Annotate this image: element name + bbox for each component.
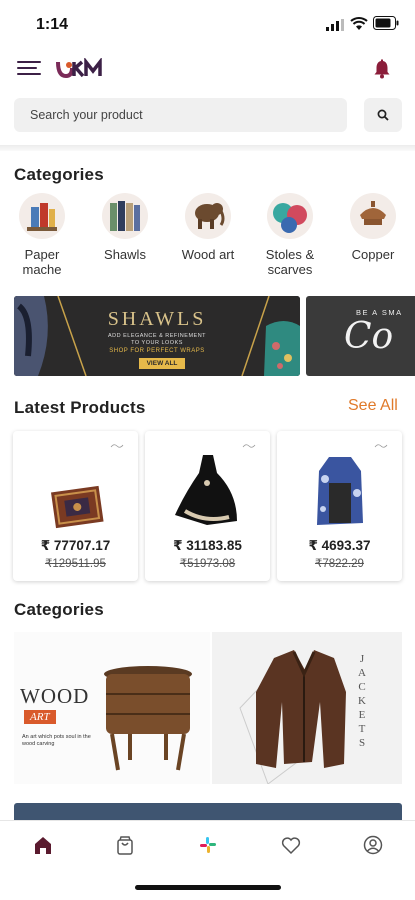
search-icon [377, 109, 389, 121]
brand-tag-icon [374, 444, 388, 448]
home-indicator [135, 885, 281, 890]
banner-view-all-button[interactable]: VIEW ALL [139, 358, 185, 369]
product-mrp: ₹129511.95 [45, 558, 106, 570]
brand-logo [56, 58, 102, 79]
banner-line1: ADD ELEGANCE & REFINEMENT [107, 333, 207, 339]
category-paper-mache[interactable]: Paper mache [7, 193, 77, 277]
signal-icon [326, 19, 344, 31]
promo-banner[interactable]: BE A SMA Co [306, 296, 415, 376]
jacket-image [239, 650, 346, 784]
banner2-script: Co [344, 316, 394, 357]
product-card[interactable]: ₹ 77707.17 ₹129511.95 [13, 431, 138, 581]
category-label: Wood art [181, 247, 235, 262]
battery-icon [373, 16, 399, 30]
search-button[interactable] [364, 98, 402, 132]
banner-line3: SHOP FOR PERFECT WRAPS [109, 348, 205, 354]
shawls-banner[interactable]: SHAWLS ADD ELEGANCE & REFINEMENT TO YOUR… [14, 296, 300, 376]
search-input[interactable] [14, 98, 347, 132]
product-card[interactable]: ₹ 31183.85 ₹51973.08 [145, 431, 270, 581]
product-price: ₹ 4693.37 [308, 538, 371, 553]
shawl-image [175, 455, 237, 525]
heart-icon[interactable] [280, 834, 302, 856]
banner-title: SHAWLS [107, 308, 207, 330]
product-mrp: ₹7822.29 [315, 558, 364, 570]
wood-art-tile[interactable]: WOOD ART An art which pots soul in the w… [14, 632, 210, 784]
hamburger-icon[interactable] [17, 59, 41, 77]
wifi-icon [350, 17, 368, 30]
slack-icon[interactable] [197, 834, 219, 856]
category-wood-art[interactable]: Wood art [173, 193, 243, 262]
category-shawls[interactable]: Shawls [90, 193, 160, 262]
categories-title-2: Categories [14, 600, 104, 619]
tile-jackets-vertical: JACKETS [358, 653, 366, 749]
categories-title: Categories [14, 165, 104, 184]
wood-art-image [185, 193, 231, 239]
stoles-image [267, 193, 313, 239]
latest-products-title: Latest Products [14, 398, 146, 417]
product-card[interactable]: ₹ 4693.37 ₹7822.29 [277, 431, 402, 581]
category-label: Stoles & scarves [265, 247, 315, 277]
see-all-link[interactable]: See All [348, 397, 398, 415]
category-stoles-scarves[interactable]: Stoles & scarves [255, 193, 325, 277]
brand-tag-icon [110, 444, 124, 448]
product-price: ₹ 77707.17 [40, 538, 111, 553]
tile-wood-word: WOOD [20, 684, 90, 708]
brand-tag-icon [242, 444, 256, 448]
jackets-tile[interactable]: JACKETS [212, 632, 402, 784]
product-price: ₹ 31183.85 [173, 538, 242, 553]
bag-icon[interactable] [114, 834, 136, 856]
category-label: Paper mache [22, 247, 62, 277]
home-icon[interactable] [32, 834, 54, 856]
shawls-image [102, 193, 148, 239]
header-divider [0, 145, 415, 151]
stole-image [317, 457, 363, 525]
bell-icon[interactable] [371, 58, 393, 80]
status-bar: 1:14 [0, 0, 415, 48]
tile-art-label: ART [24, 710, 56, 724]
status-time: 1:14 [36, 16, 69, 33]
category-copper[interactable]: Copper [338, 193, 408, 262]
category-label: Shawls [104, 247, 146, 262]
paper-mache-image [19, 193, 65, 239]
tile-caption: An art which pots soul in the wood carvi… [22, 734, 91, 747]
copper-image [350, 193, 396, 239]
profile-icon[interactable] [362, 834, 384, 856]
product-mrp: ₹51973.08 [179, 558, 236, 570]
category-label: Copper [351, 247, 395, 262]
rug-image [51, 485, 104, 529]
banner-line2: TO YOUR LOOKS [131, 340, 183, 346]
